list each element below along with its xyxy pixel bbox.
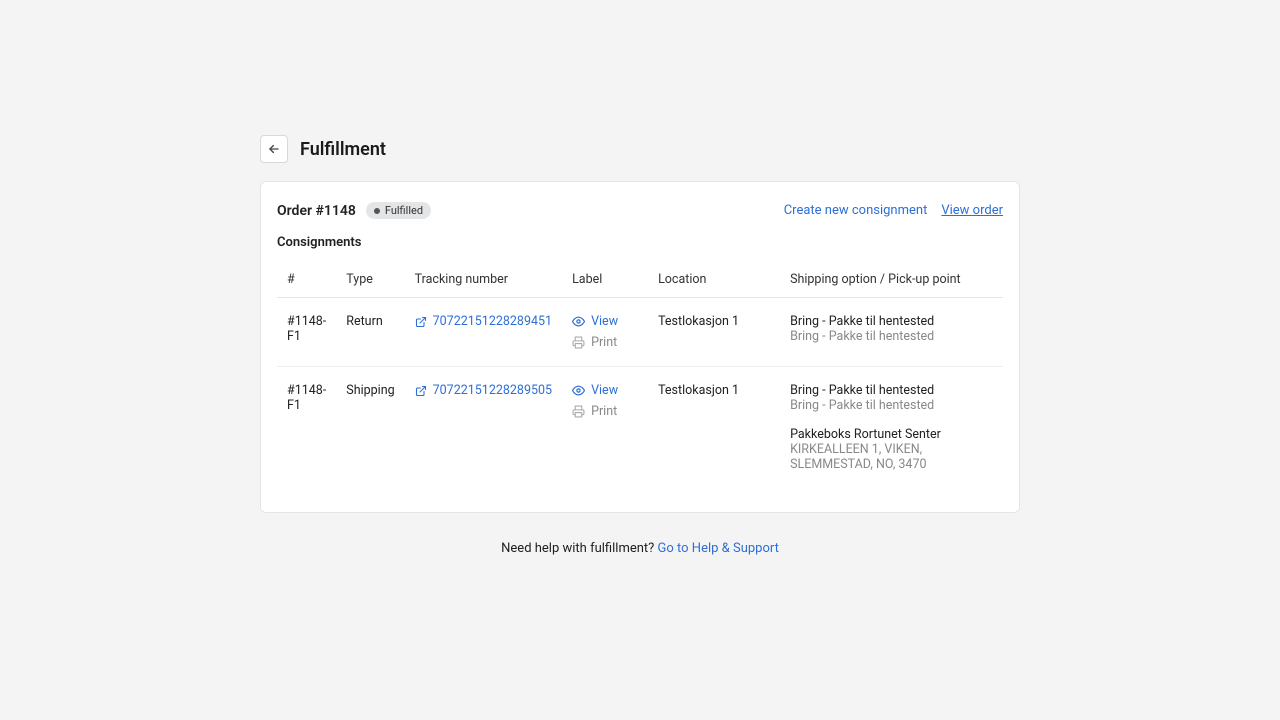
print-label-button[interactable]: Print [572,335,638,350]
cell-type: Shipping [336,367,404,489]
order-title: Order #1148 [277,203,356,219]
view-order-link[interactable]: View order [941,203,1003,218]
shipping-option-secondary: Bring - Pakke til hentested [790,329,993,344]
tracking-link[interactable]: 70722151228289505 [415,383,552,398]
cell-id: #1148-F1 [277,367,336,489]
printer-icon [572,336,585,349]
help-prompt: Need help with fulfillment? [501,541,657,556]
help-footer: Need help with fulfillment? Go to Help &… [260,541,1020,556]
status-badge: Fulfilled [366,202,431,219]
arrow-left-icon [267,142,281,156]
external-link-icon [415,385,427,397]
view-label-button[interactable]: View [572,314,638,329]
cell-id: #1148-F1 [277,298,336,367]
col-header-tracking: Tracking number [405,264,562,298]
page-title: Fulfillment [300,139,386,160]
status-dot-icon [374,208,380,214]
section-title: Consignments [277,235,1003,250]
external-link-icon [415,316,427,328]
print-label-button[interactable]: Print [572,404,638,419]
fulfillment-card: Order #1148 Fulfilled Create new consign… [260,181,1020,513]
tracking-link[interactable]: 70722151228289451 [415,314,552,329]
consignments-table: # Type Tracking number Label Location Sh… [277,264,1003,488]
cell-location: Testlokasjon 1 [648,367,780,489]
table-row: #1148-F1 Shipping 70722151228289505 View… [277,367,1003,489]
printer-icon [572,405,585,418]
view-label-button[interactable]: View [572,383,638,398]
shipping-option-secondary: Bring - Pakke til hentested [790,398,993,413]
table-row: #1148-F1 Return 70722151228289451 View P… [277,298,1003,367]
status-badge-label: Fulfilled [385,204,423,217]
shipping-option-primary: Bring - Pakke til hentested [790,383,993,398]
view-label-text: View [591,383,618,398]
col-header-shipping: Shipping option / Pick-up point [780,264,1003,298]
help-support-link[interactable]: Go to Help & Support [658,541,779,556]
cell-type: Return [336,298,404,367]
col-header-id: # [277,264,336,298]
shipping-option-primary: Bring - Pakke til hentested [790,314,993,329]
create-consignment-link[interactable]: Create new consignment [784,203,928,218]
pickup-name: Pakkeboks Rortunet Senter [790,427,993,442]
eye-icon [572,384,585,397]
pickup-address: KIRKEALLEEN 1, VIKEN, SLEMMESTAD, NO, 34… [790,442,993,472]
back-button[interactable] [260,135,288,163]
col-header-location: Location [648,264,780,298]
cell-location: Testlokasjon 1 [648,298,780,367]
tracking-number: 70722151228289451 [433,314,552,329]
print-label-text: Print [591,335,617,350]
col-header-label: Label [562,264,648,298]
print-label-text: Print [591,404,617,419]
tracking-number: 70722151228289505 [433,383,552,398]
col-header-type: Type [336,264,404,298]
eye-icon [572,315,585,328]
view-label-text: View [591,314,618,329]
